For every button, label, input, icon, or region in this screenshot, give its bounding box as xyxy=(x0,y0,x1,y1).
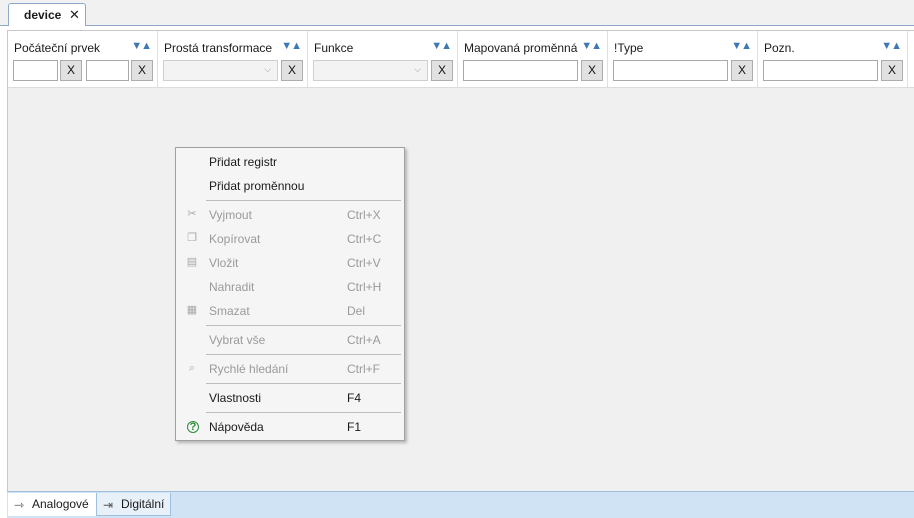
filter-header-bar: Počáteční prvek ▼▲ X X Prostá transforma… xyxy=(8,31,914,88)
clear-start-from-button[interactable]: X xyxy=(60,60,82,81)
document-tab-strip: device ✕ xyxy=(0,0,914,26)
menu-item-shortcut: Ctrl+V xyxy=(347,256,381,270)
menu-item-label: Vyjmout xyxy=(209,208,252,222)
tab-digital[interactable]: ⇥ Digitální xyxy=(96,493,171,516)
tab-device[interactable]: device ✕ xyxy=(8,3,86,26)
transform-select[interactable]: ⌵ xyxy=(163,60,278,81)
chevron-down-icon: ⌵ xyxy=(414,64,421,74)
menu-item-replace[interactable]: Nahradit Ctrl+H xyxy=(178,276,402,298)
grid-area xyxy=(7,30,914,492)
column-header-start-element: Počáteční prvek ▼▲ X X xyxy=(8,31,158,87)
clear-type-button[interactable]: X xyxy=(731,60,753,81)
menu-item-shortcut: Ctrl+X xyxy=(347,208,381,222)
clear-start-to-button[interactable]: X xyxy=(131,60,153,81)
menu-item-label: Rychlé hledání xyxy=(209,362,289,376)
copy-icon: ❐ xyxy=(187,232,197,244)
column-header-function: Funkce ▼▲ ⌵ X xyxy=(308,31,458,87)
menu-item-quick-search[interactable]: ⌕ Rychlé hledání Ctrl+F xyxy=(178,358,402,380)
start-to-input[interactable] xyxy=(86,60,129,81)
sort-arrows-icon[interactable]: ▼▲ xyxy=(281,40,302,52)
menu-item-properties[interactable]: Vlastnosti F4 xyxy=(178,387,402,409)
function-select[interactable]: ⌵ xyxy=(313,60,428,81)
menu-item-label: Nahradit xyxy=(209,280,255,294)
start-from-input[interactable] xyxy=(13,60,58,81)
scissors-icon: ✂ xyxy=(187,208,197,220)
menu-separator xyxy=(206,354,401,355)
clear-transform-button[interactable]: X xyxy=(281,60,303,81)
menu-item-label: Přidat proměnnou xyxy=(209,179,305,193)
column-header-mapped-variable: Mapovaná proměnná ▼▲ X xyxy=(458,31,608,87)
menu-item-label: Vlastnosti xyxy=(209,391,262,405)
menu-separator xyxy=(206,200,401,201)
sort-arrows-icon[interactable]: ▼▲ xyxy=(581,40,602,52)
menu-item-shortcut: Del xyxy=(347,304,366,318)
paste-icon: ▤ xyxy=(186,256,198,268)
context-menu: Přidat registr Přidat proměnnou ✂ Vyjmou… xyxy=(175,147,405,441)
column-title: !Type xyxy=(614,41,644,55)
menu-item-shortcut: Ctrl+C xyxy=(347,232,382,246)
tab-analog[interactable]: ⇾ Analogové xyxy=(8,493,96,516)
type-input[interactable] xyxy=(613,60,728,81)
menu-item-shortcut: F1 xyxy=(347,420,362,434)
chevron-down-icon: ⌵ xyxy=(264,64,271,74)
column-title: Počáteční prvek xyxy=(14,41,101,55)
menu-item-shortcut: Ctrl+F xyxy=(347,362,380,376)
menu-item-add-variable[interactable]: Přidat proměnnou xyxy=(178,175,402,197)
digital-signal-icon: ⇥ xyxy=(103,498,114,512)
menu-item-select-all[interactable]: Vybrat vše Ctrl+A xyxy=(178,329,402,351)
tab-analog-label: Analogové xyxy=(32,497,89,511)
menu-separator xyxy=(206,412,401,413)
delete-icon: ▦ xyxy=(186,304,198,316)
menu-separator xyxy=(206,325,401,326)
sort-arrows-icon[interactable]: ▼▲ xyxy=(431,40,452,52)
mapped-variable-input[interactable] xyxy=(463,60,578,81)
note-input[interactable] xyxy=(763,60,878,81)
sort-arrows-icon[interactable]: ▼▲ xyxy=(731,40,752,52)
clear-note-button[interactable]: X xyxy=(881,60,903,81)
analog-signal-icon: ⇾ xyxy=(14,498,25,512)
menu-item-label: Vložit xyxy=(209,256,239,270)
column-header-note: Pozn. ▼▲ X xyxy=(758,31,908,87)
clear-mapped-variable-button[interactable]: X xyxy=(581,60,603,81)
menu-item-delete[interactable]: ▦ Smazat Del xyxy=(178,300,402,322)
sort-arrows-icon[interactable]: ▼▲ xyxy=(131,40,152,52)
menu-item-cut[interactable]: ✂ Vyjmout Ctrl+X xyxy=(178,204,402,226)
menu-item-label: Přidat registr xyxy=(209,155,278,169)
menu-item-help[interactable]: ? Nápověda F1 xyxy=(178,416,402,438)
tab-digital-label: Digitální xyxy=(121,497,165,511)
sheet-tab-bar: ⇾ Analogové ⇥ Digitální xyxy=(7,491,914,518)
menu-item-add-register[interactable]: Přidat registr xyxy=(178,151,402,173)
column-title: Funkce xyxy=(314,41,354,55)
quick-search-icon: ⌕ xyxy=(188,362,196,374)
column-title: Mapovaná proměnná xyxy=(464,41,578,55)
tab-strip-baseline xyxy=(0,25,914,26)
tab-device-label: device xyxy=(24,8,62,22)
menu-item-paste[interactable]: ▤ Vložit Ctrl+V xyxy=(178,252,402,274)
menu-item-label: Vybrat vše xyxy=(209,333,266,347)
menu-item-shortcut: Ctrl+H xyxy=(347,280,382,294)
menu-item-label: Nápověda xyxy=(209,420,264,434)
close-icon[interactable]: ✕ xyxy=(69,7,80,23)
column-header-type: !Type ▼▲ X xyxy=(608,31,758,87)
column-title: Pozn. xyxy=(764,41,795,55)
menu-item-copy[interactable]: ❐ Kopírovat Ctrl+C xyxy=(178,228,402,250)
menu-item-shortcut: F4 xyxy=(347,391,362,405)
menu-item-label: Kopírovat xyxy=(209,232,261,246)
sort-arrows-icon[interactable]: ▼▲ xyxy=(881,40,902,52)
menu-separator xyxy=(206,383,401,384)
menu-item-shortcut: Ctrl+A xyxy=(347,333,381,347)
column-title: Prostá transformace xyxy=(164,41,273,55)
column-header-simple-transform: Prostá transformace ▼▲ ⌵ X xyxy=(158,31,308,87)
help-icon: ? xyxy=(187,421,199,433)
menu-item-label: Smazat xyxy=(209,304,250,318)
clear-function-button[interactable]: X xyxy=(431,60,453,81)
